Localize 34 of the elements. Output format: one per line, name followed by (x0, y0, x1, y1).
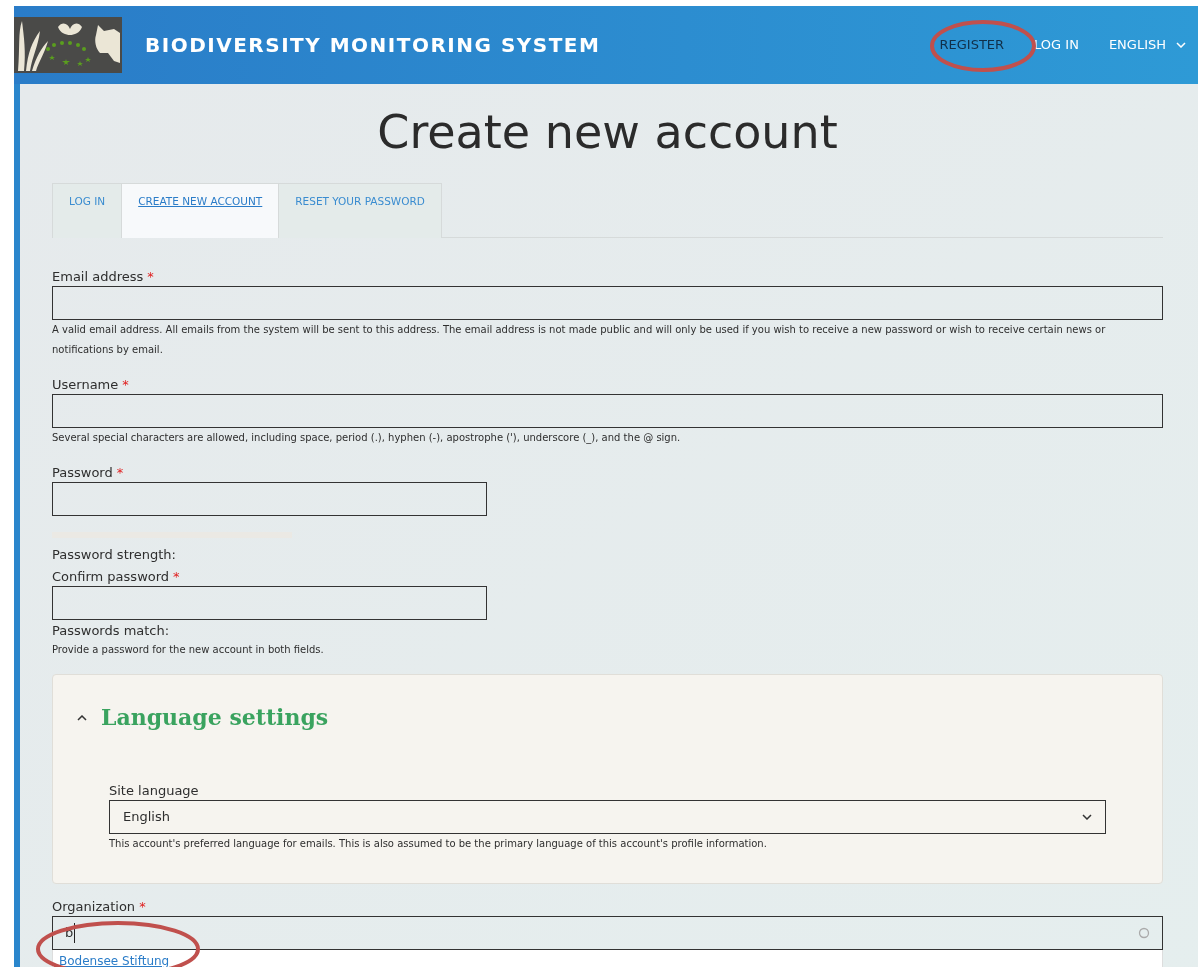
strength-label: Password strength: (52, 546, 177, 564)
field-label: Password (52, 465, 113, 480)
input-field[interactable] (52, 482, 487, 516)
tab[interactable]: RESET YOUR PASSWORD (278, 183, 442, 238)
select-field[interactable]: English (109, 800, 1106, 834)
tab[interactable]: CREATE NEW ACCOUNT (121, 183, 280, 238)
page-title: Create new account (376, 104, 839, 161)
tab[interactable]: LOG IN (52, 183, 123, 238)
suggestion-link[interactable]: Bodensee Stiftung (53, 950, 1162, 967)
required-mark: * (139, 899, 146, 914)
chevron-down-icon (1176, 42, 1186, 48)
input-field[interactable] (52, 586, 487, 620)
language-dropdown[interactable]: ENGLISH (1108, 35, 1186, 55)
input-field[interactable] (52, 394, 1163, 428)
help-text: A valid email address. All emails from the system will be sent to this address. The email address is not made public and will only be used if you wish to receive a new password or wish to receive certain news or notifications by email. (52, 323, 1107, 357)
required-mark: * (116, 465, 124, 480)
section-toggle[interactable]: Language settings (77, 701, 329, 734)
required-mark: * (122, 377, 129, 392)
field-label: Organization (52, 899, 136, 914)
help-text: Several special characters are allowed, including space, period (.), hyphen (-), apostrophe ('), underscore (_), and the @ sign. (52, 431, 682, 446)
field-label: Email address (52, 269, 144, 284)
help-text: Provide a password for the new account in both fields. (52, 643, 325, 657)
required-mark: * (147, 269, 154, 284)
field-label: Username (52, 377, 119, 392)
loading-icon (1138, 927, 1150, 939)
match-label: Passwords match: (52, 622, 171, 640)
field-label: Confirm password (52, 569, 170, 584)
site-title: BIODIVERSITY MONITORING SYSTEM (145, 32, 601, 59)
help-text: This account's preferred language for emails. This is also assumed to be the primary language of this account's profile information. (109, 837, 768, 851)
field-label: Site language (109, 782, 200, 800)
input-field[interactable] (52, 286, 1163, 320)
nav-link[interactable]: LOG IN (1026, 35, 1087, 55)
required-mark: * (173, 569, 180, 584)
chevron-down-icon (1082, 814, 1092, 820)
